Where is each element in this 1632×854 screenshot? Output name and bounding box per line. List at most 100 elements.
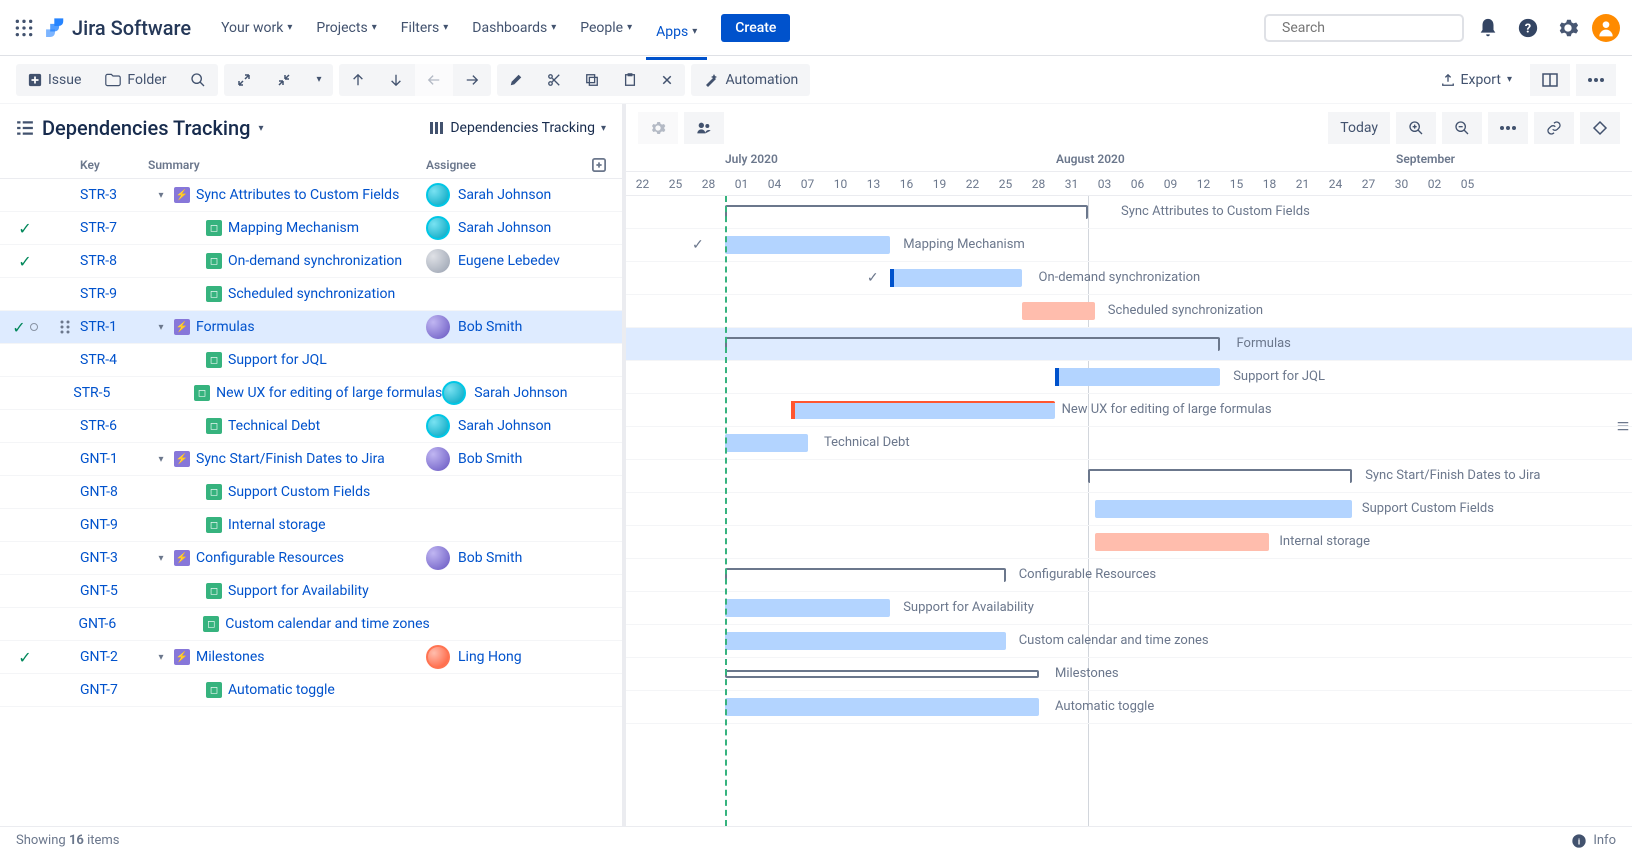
dependencies-button[interactable]	[1534, 112, 1574, 144]
panel-toggle-button[interactable]	[1530, 64, 1570, 96]
gantt-task-bar[interactable]	[890, 269, 1022, 287]
chevron-down-icon[interactable]: ▾	[154, 553, 168, 564]
move-down-button[interactable]	[377, 64, 415, 96]
user-avatar[interactable]	[1592, 14, 1620, 42]
today-button[interactable]: Today	[1328, 112, 1390, 144]
gantt-row[interactable]: ✓Mapping Mechanism	[626, 229, 1632, 262]
delete-button[interactable]	[649, 64, 685, 96]
chevron-down-icon[interactable]: ▾	[154, 454, 168, 465]
gantt-resources-button[interactable]	[684, 112, 724, 144]
issue-key[interactable]: STR-1	[80, 319, 117, 335]
issue-summary[interactable]: Formulas	[196, 319, 255, 335]
gantt-group-bar[interactable]	[725, 205, 1088, 219]
nav-your-work[interactable]: Your work▾	[211, 12, 302, 44]
expand-button[interactable]	[224, 64, 264, 96]
table-row[interactable]: STR-4◻Support for JQL	[0, 344, 622, 377]
table-row[interactable]: STR-9◻Scheduled synchronization	[0, 278, 622, 311]
paste-button[interactable]	[611, 64, 649, 96]
gantt-row[interactable]: New UX for editing of large formulas	[626, 394, 1632, 427]
issue-key[interactable]: GNT-8	[80, 484, 118, 500]
gantt-more-button[interactable]	[1488, 112, 1528, 144]
toolbar-search-button[interactable]	[178, 64, 218, 96]
table-row[interactable]: GNT-5◻Support for Availability	[0, 575, 622, 608]
issue-summary[interactable]: Sync Start/Finish Dates to Jira	[196, 451, 385, 467]
gantt-task-bar[interactable]	[1095, 533, 1270, 551]
gantt-row[interactable]: ✓On-demand synchronization	[626, 262, 1632, 295]
gantt-row[interactable]: Configurable Resources	[626, 559, 1632, 592]
search-box[interactable]	[1264, 14, 1464, 42]
gantt-group-bar[interactable]	[725, 670, 1039, 678]
gantt-row[interactable]: Custom calendar and time zones	[626, 625, 1632, 658]
issue-summary[interactable]: Sync Attributes to Custom Fields	[196, 187, 399, 203]
gantt-task-bar[interactable]	[725, 632, 1006, 650]
table-row[interactable]: ✓STR-8◻On-demand synchronizationEugene L…	[0, 245, 622, 278]
issue-summary[interactable]: Custom calendar and time zones	[225, 616, 430, 632]
zoom-in-button[interactable]	[1396, 112, 1436, 144]
gantt-row[interactable]: Formulas	[626, 328, 1632, 361]
jira-logo[interactable]: Jira Software	[44, 16, 191, 40]
issue-key[interactable]: GNT-3	[80, 550, 118, 566]
issue-summary[interactable]: Scheduled synchronization	[228, 286, 395, 302]
new-issue-button[interactable]: Issue	[16, 64, 93, 96]
issue-summary[interactable]: Support for JQL	[228, 352, 327, 368]
table-row[interactable]: GNT-6◻Custom calendar and time zones	[0, 608, 622, 641]
info-button[interactable]: i Info	[1571, 833, 1616, 849]
collapse-button[interactable]	[264, 64, 304, 96]
table-row[interactable]: GNT-1▾⚡Sync Start/Finish Dates to JiraBo…	[0, 443, 622, 476]
gantt-row[interactable]: Support for Availability	[626, 592, 1632, 625]
create-button[interactable]: Create	[721, 14, 790, 42]
nav-apps[interactable]: Apps▾	[646, 12, 707, 60]
issue-key[interactable]: GNT-5	[80, 583, 118, 599]
outdent-button[interactable]	[415, 64, 453, 96]
copy-button[interactable]	[573, 64, 611, 96]
add-column-button[interactable]	[592, 158, 622, 172]
gantt-group-bar[interactable]	[725, 568, 1006, 582]
issue-key[interactable]: STR-8	[80, 253, 117, 269]
issue-key[interactable]: GNT-6	[78, 616, 116, 632]
issue-summary[interactable]: Support Custom Fields	[228, 484, 370, 500]
gantt-row[interactable]: Scheduled synchronization	[626, 295, 1632, 328]
gantt-group-bar[interactable]	[1088, 469, 1352, 483]
table-row[interactable]: GNT-3▾⚡Configurable ResourcesBob Smith	[0, 542, 622, 575]
notifications-icon[interactable]	[1472, 12, 1504, 44]
cut-button[interactable]	[535, 64, 573, 96]
gantt-row[interactable]: Automatic toggle	[626, 691, 1632, 724]
table-row[interactable]: STR-5◻New UX for editing of large formul…	[0, 377, 622, 410]
issue-summary[interactable]: Automatic toggle	[228, 682, 335, 698]
edit-button[interactable]	[497, 64, 535, 96]
structure-title-dropdown[interactable]: Dependencies Tracking▾	[16, 116, 263, 140]
help-icon[interactable]: ?	[1512, 12, 1544, 44]
issue-key[interactable]: STR-9	[80, 286, 117, 302]
table-row[interactable]: GNT-9◻Internal storage	[0, 509, 622, 542]
issue-summary[interactable]: New UX for editing of large formulas	[216, 385, 442, 401]
gantt-group-bar[interactable]	[725, 337, 1220, 351]
issue-summary[interactable]: Configurable Resources	[196, 550, 344, 566]
table-row[interactable]: ✓STR-1▾⚡FormulasBob Smith	[0, 311, 622, 344]
gantt-row[interactable]: Sync Attributes to Custom Fields	[626, 196, 1632, 229]
gantt-task-bar[interactable]	[725, 599, 890, 617]
issue-summary[interactable]: Technical Debt	[228, 418, 320, 434]
gantt-task-bar[interactable]	[725, 434, 808, 452]
issue-key[interactable]: GNT-2	[80, 649, 118, 665]
gantt-row[interactable]: Support for JQL	[626, 361, 1632, 394]
expand-dropdown-button[interactable]: ▾	[304, 64, 333, 96]
export-button[interactable]: Export▾	[1429, 64, 1524, 96]
nav-people[interactable]: People▾	[570, 12, 642, 44]
issue-summary[interactable]: Mapping Mechanism	[228, 220, 359, 236]
table-row[interactable]: STR-3▾⚡Sync Attributes to Custom FieldsS…	[0, 179, 622, 212]
nav-projects[interactable]: Projects▾	[306, 12, 386, 44]
gantt-task-bar[interactable]	[791, 401, 1055, 419]
col-header-summary[interactable]: Summary	[144, 158, 426, 172]
issue-summary[interactable]: On-demand synchronization	[228, 253, 402, 269]
gantt-row[interactable]: Technical Debt	[626, 427, 1632, 460]
table-row[interactable]: ✓STR-7◻Mapping MechanismSarah Johnson	[0, 212, 622, 245]
issue-key[interactable]: GNT-1	[80, 451, 118, 467]
indent-button[interactable]	[453, 64, 491, 96]
gantt-task-bar[interactable]	[1095, 500, 1352, 518]
table-row[interactable]: GNT-8◻Support Custom Fields	[0, 476, 622, 509]
issue-key[interactable]: STR-4	[80, 352, 117, 368]
issue-key[interactable]: STR-5	[73, 385, 110, 401]
chevron-down-icon[interactable]: ▾	[154, 190, 168, 201]
gantt-task-bar[interactable]	[725, 236, 890, 254]
gantt-settings-button[interactable]	[638, 112, 678, 144]
